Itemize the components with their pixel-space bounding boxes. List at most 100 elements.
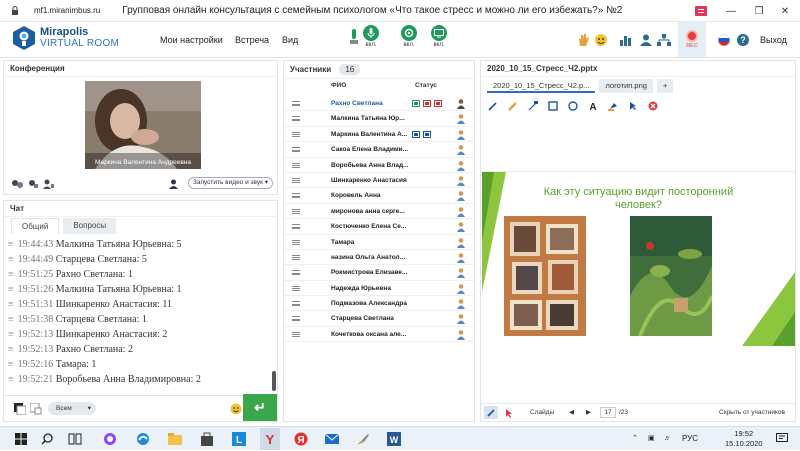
tab-logo-file[interactable]: логотип.png bbox=[599, 79, 653, 93]
tab-general[interactable]: Общий bbox=[11, 218, 60, 234]
participant-row[interactable]: миронова анна серге... bbox=[284, 204, 474, 220]
menu-view[interactable]: Вид bbox=[282, 35, 298, 45]
participant-row[interactable]: Кочеткова оксана але... bbox=[284, 327, 474, 343]
scrollbar-thumb[interactable] bbox=[272, 371, 276, 391]
help-icon[interactable]: ? bbox=[735, 32, 751, 48]
drag-handle-icon[interactable] bbox=[292, 162, 300, 168]
tray-chevron-icon[interactable]: ⌃ bbox=[632, 427, 638, 451]
rectangle-tool-icon[interactable] bbox=[543, 99, 563, 113]
mail-icon[interactable] bbox=[323, 430, 341, 448]
participant-row[interactable]: Маркина Валентина А... bbox=[284, 127, 474, 143]
language-flag-icon[interactable] bbox=[716, 32, 732, 48]
add-tab-button[interactable]: + bbox=[656, 79, 674, 93]
statistics-icon[interactable] bbox=[618, 32, 634, 48]
participant-row[interactable]: Малкина Татьяна Юр... bbox=[284, 111, 474, 127]
search-icon[interactable] bbox=[38, 430, 56, 448]
participant-row[interactable]: Надежда Юрьевна bbox=[284, 281, 474, 297]
drag-handle-icon[interactable] bbox=[292, 177, 300, 183]
pen-tool-icon[interactable] bbox=[483, 99, 503, 113]
drag-handle-icon[interactable] bbox=[292, 331, 300, 337]
browser-url[interactable]: mf1.miranimbus.ru bbox=[34, 6, 100, 15]
network-icon[interactable]: ▣ bbox=[648, 427, 655, 451]
participant-row[interactable]: Старцева Светлана bbox=[284, 311, 474, 327]
status-icon[interactable] bbox=[434, 100, 442, 110]
laser-pointer-icon[interactable] bbox=[505, 408, 513, 420]
screen-share-toggle[interactable]: вкл. bbox=[428, 25, 450, 48]
drag-handle-icon[interactable] bbox=[292, 116, 300, 122]
paint-icon[interactable] bbox=[354, 430, 372, 448]
drag-handle-icon[interactable] bbox=[292, 193, 300, 199]
drag-handle-icon[interactable] bbox=[292, 239, 300, 245]
text-tool-icon[interactable]: A bbox=[583, 99, 603, 113]
tab-pptx-file[interactable]: 2020_10_15_Стресс_Ч2.р... bbox=[487, 79, 596, 93]
l-app-icon[interactable]: L bbox=[230, 430, 248, 448]
minimize-icon[interactable]: — bbox=[716, 0, 746, 22]
menu-meeting[interactable]: Встреча bbox=[235, 35, 269, 45]
windows-start-icon[interactable] bbox=[12, 430, 30, 448]
yandex-browser-icon[interactable]: Y bbox=[260, 428, 280, 450]
record-button[interactable]: REC bbox=[678, 22, 706, 57]
send-button[interactable]: ↵ bbox=[243, 394, 277, 421]
mic-toggle[interactable]: вкл. bbox=[360, 25, 382, 48]
store-icon[interactable] bbox=[198, 430, 216, 448]
chat-message-input[interactable] bbox=[100, 401, 222, 417]
tab-questions[interactable]: Вопросы bbox=[63, 218, 117, 234]
participant-row[interactable]: Шинкаренко Анастасия bbox=[284, 173, 474, 189]
drag-handle-icon[interactable] bbox=[292, 301, 300, 307]
highlighter-tool-icon[interactable] bbox=[523, 99, 543, 113]
participant-row[interactable]: Воробьева Анна Влад... bbox=[284, 158, 474, 173]
start-video-dropdown[interactable]: Запустить видео и звук ▾ bbox=[187, 177, 273, 189]
edge-icon[interactable] bbox=[134, 430, 152, 448]
yandex-icon[interactable]: Я bbox=[292, 430, 310, 448]
drag-handle-icon[interactable] bbox=[292, 147, 300, 153]
drag-handle-icon[interactable] bbox=[292, 224, 300, 230]
participant-video[interactable]: Маркина Валентина Андреевна bbox=[85, 81, 201, 169]
marker-tool-icon[interactable] bbox=[503, 99, 523, 113]
drag-handle-icon[interactable] bbox=[292, 254, 300, 260]
explorer-icon[interactable] bbox=[166, 430, 184, 448]
recipient-select[interactable]: Всем ▾ bbox=[48, 402, 96, 415]
slide-number-input[interactable]: 17 bbox=[600, 407, 616, 418]
participant-row[interactable]: Костюченко Елена Се... bbox=[284, 219, 474, 235]
status-icon[interactable] bbox=[423, 100, 431, 110]
volume-icon[interactable]: ♬ bbox=[664, 427, 671, 451]
exit-button[interactable]: Выход bbox=[760, 35, 787, 45]
status-icon[interactable] bbox=[412, 130, 420, 141]
status-icon[interactable] bbox=[423, 130, 431, 141]
emoji-icon[interactable] bbox=[593, 32, 609, 48]
presentation-slide[interactable]: Как эту ситуацию видит посторонний челов… bbox=[482, 171, 795, 346]
slides-label[interactable]: Слайды bbox=[530, 409, 554, 416]
pointer-tool-icon[interactable] bbox=[623, 99, 643, 113]
participant-row[interactable]: Тамара bbox=[284, 235, 474, 250]
hierarchy-icon[interactable] bbox=[656, 32, 672, 48]
close-icon[interactable]: ✕ bbox=[770, 0, 800, 22]
participant-row[interactable]: Сакоа Елена Владими... bbox=[284, 142, 474, 158]
camera-settings-icon[interactable] bbox=[11, 179, 23, 191]
next-slide-icon[interactable]: ▶ bbox=[586, 408, 591, 416]
participant-row[interactable]: Рахно Светлана bbox=[284, 96, 474, 112]
participant-row[interactable]: назина Ольга Анатол... bbox=[284, 250, 474, 266]
status-icon[interactable] bbox=[412, 100, 420, 110]
alice-icon[interactable] bbox=[101, 430, 119, 448]
column-name[interactable]: ФИО bbox=[331, 82, 346, 89]
annotate-toggle-icon[interactable] bbox=[484, 406, 498, 419]
participant-row[interactable]: Коровель Анна bbox=[284, 188, 474, 204]
drag-handle-icon[interactable] bbox=[292, 285, 300, 291]
participant-row[interactable]: Рокмистрова Елизаве... bbox=[284, 265, 474, 281]
emoji-picker-icon[interactable] bbox=[230, 403, 242, 417]
column-status[interactable]: Статус bbox=[415, 82, 437, 89]
participant-row[interactable]: Подмазова Александра bbox=[284, 296, 474, 312]
fill-tool-icon[interactable] bbox=[603, 99, 623, 113]
browser-menu-icon[interactable] bbox=[686, 0, 716, 22]
drag-handle-icon[interactable] bbox=[292, 270, 300, 276]
hide-from-participants-button[interactable]: Скрыть от участников bbox=[719, 409, 785, 416]
clock[interactable]: 19:52 15.10.2020 bbox=[725, 429, 763, 449]
speaker-settings-icon[interactable] bbox=[43, 179, 55, 191]
circle-tool-icon[interactable] bbox=[563, 99, 583, 113]
drag-handle-icon[interactable] bbox=[292, 208, 300, 214]
task-view-icon[interactable] bbox=[66, 430, 84, 448]
language-indicator[interactable]: РУС bbox=[682, 427, 698, 451]
mic-settings-icon[interactable] bbox=[27, 179, 39, 191]
drag-handle-icon[interactable] bbox=[292, 131, 300, 137]
drag-handle-icon[interactable] bbox=[292, 101, 300, 106]
